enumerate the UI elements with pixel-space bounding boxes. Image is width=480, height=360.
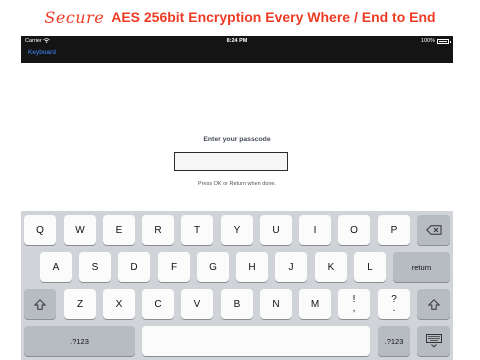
back-button-keyboard[interactable]: Keyboard	[28, 49, 56, 56]
keyboard-hide-icon	[425, 334, 442, 348]
key-p[interactable]: P	[378, 215, 410, 245]
key-t[interactable]: T	[181, 215, 213, 245]
navigation-bar: Carrier 8:24 PM 100% Keyboard	[21, 36, 453, 63]
shift-icon	[34, 298, 46, 310]
key-y[interactable]: Y	[221, 215, 253, 245]
battery-percent: 100%	[420, 38, 435, 44]
key-x[interactable]: X	[103, 289, 135, 319]
key-k[interactable]: K	[315, 252, 347, 282]
key-g[interactable]: G	[197, 252, 229, 282]
key-exclamation-comma[interactable]: ! ,	[338, 289, 370, 319]
shift-key-right[interactable]	[417, 289, 450, 319]
device-screen: Carrier 8:24 PM 100% Keyboard Enter your…	[21, 36, 453, 360]
banner-script-word: Secure	[44, 7, 105, 27]
numbers-key-label: .?123	[70, 336, 89, 346]
key-v[interactable]: V	[181, 289, 213, 319]
key-w[interactable]: W	[64, 215, 96, 245]
key-h[interactable]: H	[236, 252, 268, 282]
key-comma-label: ,	[352, 303, 356, 314]
promo-banner: Secure AES 256bit Encryption Every Where…	[0, 0, 480, 34]
key-z[interactable]: Z	[64, 289, 96, 319]
key-l[interactable]: L	[354, 252, 386, 282]
banner-headline: AES 256bit Encryption Every Where / End …	[111, 9, 436, 25]
key-d[interactable]: D	[118, 252, 150, 282]
key-c[interactable]: C	[142, 289, 174, 319]
on-screen-keyboard: Q W E R T Y U I O P A S D F G H J K L re…	[21, 211, 453, 360]
key-question-period[interactable]: ? .	[378, 289, 410, 319]
key-period-label: .	[392, 303, 396, 314]
key-q[interactable]: Q	[24, 215, 56, 245]
hide-keyboard-key[interactable]	[417, 326, 450, 356]
return-label: return	[411, 262, 432, 272]
key-e[interactable]: E	[103, 215, 135, 245]
key-n[interactable]: N	[260, 289, 292, 319]
key-m[interactable]: M	[299, 289, 331, 319]
key-r[interactable]: R	[142, 215, 174, 245]
return-key[interactable]: return	[393, 252, 450, 282]
battery-indicator: 100%	[420, 38, 451, 44]
numbers-key-label: .?123	[384, 336, 404, 346]
key-i[interactable]: I	[299, 215, 331, 245]
battery-icon	[437, 38, 451, 44]
status-bar: Carrier 8:24 PM 100%	[21, 36, 453, 46]
space-bar[interactable]	[142, 326, 370, 356]
key-u[interactable]: U	[260, 215, 292, 245]
key-f[interactable]: F	[158, 252, 190, 282]
backspace-icon	[425, 225, 442, 235]
key-j[interactable]: J	[275, 252, 307, 282]
numbers-key-right[interactable]: .?123	[378, 326, 410, 356]
backspace-key[interactable]	[417, 215, 450, 245]
passcode-prompt: Enter your passcode	[203, 136, 271, 143]
status-time: 8:24 PM	[226, 38, 248, 44]
passcode-hint: Press OK or Return when done.	[198, 181, 276, 187]
key-b[interactable]: B	[221, 289, 253, 319]
shift-icon	[427, 298, 440, 310]
key-s[interactable]: S	[79, 252, 111, 282]
passcode-input[interactable]	[174, 152, 288, 171]
numbers-key-left[interactable]: .?123	[24, 326, 135, 356]
key-o[interactable]: O	[338, 215, 370, 245]
shift-key-left[interactable]	[24, 289, 56, 319]
key-a[interactable]: A	[40, 252, 72, 282]
